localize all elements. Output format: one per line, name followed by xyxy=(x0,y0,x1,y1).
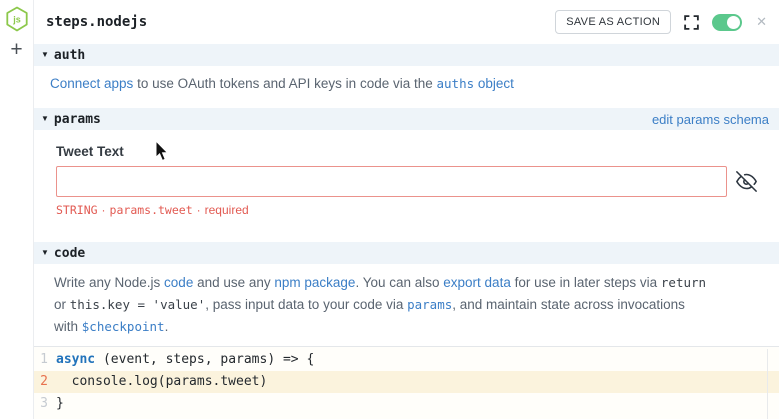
step-editor-main: steps.nodejs SAVE AS ACTION ✕ ▼ auth Con… xyxy=(34,0,779,419)
editor-edge-divider xyxy=(767,349,768,419)
code-line-text: console.log(params.tweet) xyxy=(56,371,267,393)
code-editor[interactable]: 1 async (event, steps, params) => { 2 co… xyxy=(34,346,779,419)
code-section-header[interactable]: ▼ code xyxy=(34,242,779,264)
auths-object-link-suffix[interactable]: object xyxy=(474,76,514,91)
collapse-triangle-icon: ▼ xyxy=(41,249,49,257)
checkpoint-link[interactable]: $checkpoint xyxy=(82,319,165,334)
header-actions: SAVE AS ACTION ✕ xyxy=(555,10,769,34)
tweet-text-input[interactable] xyxy=(56,166,727,197)
code-line-3: 3 } xyxy=(34,393,779,415)
auths-object-link[interactable]: auths xyxy=(437,76,475,91)
line-number: 2 xyxy=(36,371,48,393)
toggle-knob xyxy=(727,16,740,29)
tweet-text-input-row xyxy=(56,161,757,197)
add-step-button[interactable]: + xyxy=(10,40,22,60)
toggle-value-visibility-button[interactable] xyxy=(736,171,757,192)
nodejs-icon: js xyxy=(5,6,29,32)
workflow-rail: js + xyxy=(0,0,34,419)
desc-text: . xyxy=(165,319,169,334)
collapse-triangle-icon: ▼ xyxy=(41,51,49,59)
svg-text:js: js xyxy=(12,15,21,25)
field-meta: STRING · params.tweet · required xyxy=(56,203,757,218)
code-description-line: with $checkpoint. xyxy=(54,316,759,338)
params-section-content: Tweet Text STRING · params.tweet · required xyxy=(34,130,779,242)
step-editor-panel: js + steps.nodejs SAVE AS ACTION ✕ xyxy=(0,0,779,419)
desc-text: with xyxy=(54,319,82,334)
params-section-header[interactable]: ▼ params edit params schema xyxy=(34,108,779,130)
connect-apps-link[interactable]: Connect apps xyxy=(50,76,133,91)
step-enabled-toggle[interactable] xyxy=(712,14,742,31)
auth-section-header[interactable]: ▼ auth xyxy=(34,44,779,66)
meta-separator: · xyxy=(197,203,201,217)
close-icon[interactable]: ✕ xyxy=(754,14,769,30)
auth-section-content: Connect apps to use OAuth tokens and API… xyxy=(34,66,779,108)
desc-text: . You can also xyxy=(355,275,443,290)
code-line-text: async (event, steps, params) => { xyxy=(56,349,314,371)
eye-slash-icon xyxy=(736,171,757,192)
code-description-line: Write any Node.js code and use any npm p… xyxy=(54,272,759,294)
code-docs-link[interactable]: code xyxy=(164,275,193,290)
meta-separator: · xyxy=(102,203,106,217)
field-path: params.tweet xyxy=(110,203,193,217)
save-as-action-button[interactable]: SAVE AS ACTION xyxy=(555,10,671,34)
desc-text: , pass input data to your code via xyxy=(205,297,407,312)
step-title: steps.nodejs xyxy=(46,14,147,30)
desc-text: for use in later steps via xyxy=(511,275,661,290)
params-section-title: params xyxy=(54,112,101,127)
code-line-1: 1 async (event, steps, params) => { xyxy=(34,349,779,371)
step-header: steps.nodejs SAVE AS ACTION ✕ xyxy=(34,0,779,44)
line-number: 1 xyxy=(36,349,48,371)
fullscreen-icon[interactable] xyxy=(683,14,700,31)
return-keyword: return xyxy=(661,275,706,290)
code-description: Write any Node.js code and use any npm p… xyxy=(34,264,779,346)
collapse-triangle-icon: ▼ xyxy=(41,115,49,123)
auth-section-title: auth xyxy=(54,48,85,63)
async-keyword: async xyxy=(56,352,95,367)
code-line-text: } xyxy=(56,393,64,415)
code-section-title: code xyxy=(54,246,85,261)
code-text-rest: console.log(params.tweet) xyxy=(56,374,267,389)
desc-text: , and maintain state across invocations xyxy=(452,297,685,312)
tweet-text-label: Tweet Text xyxy=(56,144,757,161)
code-text-rest: } xyxy=(56,396,64,411)
npm-package-link[interactable]: npm package xyxy=(274,275,355,290)
code-description-line: or this.key = 'value', pass input data t… xyxy=(54,294,759,316)
export-data-link[interactable]: export data xyxy=(443,275,511,290)
line-number: 3 xyxy=(36,393,48,415)
this-key-snippet: this.key = 'value' xyxy=(70,297,205,312)
field-type: STRING xyxy=(56,203,98,217)
desc-text: and use any xyxy=(193,275,274,290)
code-text-rest: (event, steps, params) => { xyxy=(95,352,314,367)
desc-text: Write any Node.js xyxy=(54,275,164,290)
edit-params-schema-link[interactable]: edit params schema xyxy=(652,112,769,127)
params-link[interactable]: params xyxy=(407,297,452,312)
auth-text: to use OAuth tokens and API keys in code… xyxy=(133,76,436,91)
desc-text: or xyxy=(54,297,70,312)
field-required-flag: required xyxy=(205,203,249,217)
code-line-2-active: 2 console.log(params.tweet) xyxy=(34,371,779,393)
